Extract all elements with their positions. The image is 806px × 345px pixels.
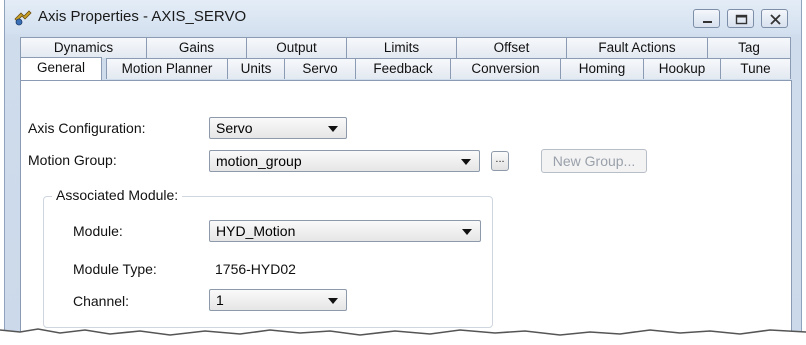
- tab-conversion[interactable]: Conversion: [450, 58, 561, 79]
- tab-dynamics[interactable]: Dynamics: [20, 37, 147, 58]
- title-bar[interactable]: Axis Properties - AXIS_SERVO: [5, 0, 801, 34]
- tab-output[interactable]: Output: [246, 37, 347, 58]
- close-button[interactable]: [761, 9, 788, 28]
- axis-configuration-label: Axis Configuration:: [28, 120, 146, 136]
- axis-properties-window: Axis Properties - AXIS_SERVO Dynamics Ga…: [4, 0, 802, 333]
- axis-configuration-value: Servo: [216, 120, 253, 136]
- tab-limits[interactable]: Limits: [346, 37, 457, 58]
- associated-module-title: Associated Module:: [52, 187, 183, 203]
- tab-offset[interactable]: Offset: [456, 37, 567, 58]
- chevron-down-icon: [462, 229, 472, 235]
- minimize-icon: [703, 21, 712, 23]
- module-value: HYD_Motion: [216, 223, 296, 239]
- tab-gains[interactable]: Gains: [146, 37, 247, 58]
- window-title: Axis Properties - AXIS_SERVO: [38, 8, 247, 25]
- motion-group-select[interactable]: motion_group: [209, 150, 480, 172]
- motion-group-value: motion_group: [216, 153, 302, 169]
- tab-feedback[interactable]: Feedback: [355, 58, 451, 79]
- axis-configuration-select[interactable]: Servo: [209, 117, 347, 139]
- module-select[interactable]: HYD_Motion: [209, 220, 481, 242]
- tab-servo[interactable]: Servo: [284, 58, 356, 79]
- tab-homing[interactable]: Homing: [560, 58, 644, 79]
- tab-tune[interactable]: Tune: [720, 58, 791, 79]
- maximize-button[interactable]: [727, 9, 754, 28]
- channel-value: 1: [216, 292, 224, 308]
- app-icon: [14, 10, 32, 26]
- tab-hookup[interactable]: Hookup: [643, 58, 721, 79]
- tab-units[interactable]: Units: [227, 58, 285, 79]
- chevron-down-icon: [461, 159, 471, 165]
- general-tab-panel: Axis Configuration: Servo Motion Group: …: [20, 80, 792, 333]
- tab-tag[interactable]: Tag: [707, 37, 791, 58]
- tab-motion-planner[interactable]: Motion Planner: [106, 58, 228, 79]
- torn-edge: [0, 328, 806, 345]
- close-icon: [770, 14, 781, 25]
- maximize-icon: [735, 14, 748, 25]
- module-label: Module:: [73, 223, 123, 239]
- motion-group-label: Motion Group:: [28, 152, 117, 168]
- tab-general[interactable]: General: [20, 57, 102, 80]
- chevron-down-icon: [328, 126, 338, 132]
- module-type-value: 1756-HYD02: [215, 261, 296, 277]
- module-type-label: Module Type:: [73, 261, 157, 277]
- tab-strip: Dynamics Gains Output Limits Offset Faul…: [20, 37, 791, 81]
- channel-label: Channel:: [73, 293, 130, 309]
- browse-motion-group-button[interactable]: ...: [491, 151, 509, 171]
- chevron-down-icon: [328, 298, 338, 304]
- tab-fault-actions[interactable]: Fault Actions: [566, 37, 708, 58]
- new-group-button[interactable]: New Group...: [541, 149, 647, 173]
- channel-select[interactable]: 1: [209, 289, 347, 311]
- minimize-button[interactable]: [693, 9, 720, 28]
